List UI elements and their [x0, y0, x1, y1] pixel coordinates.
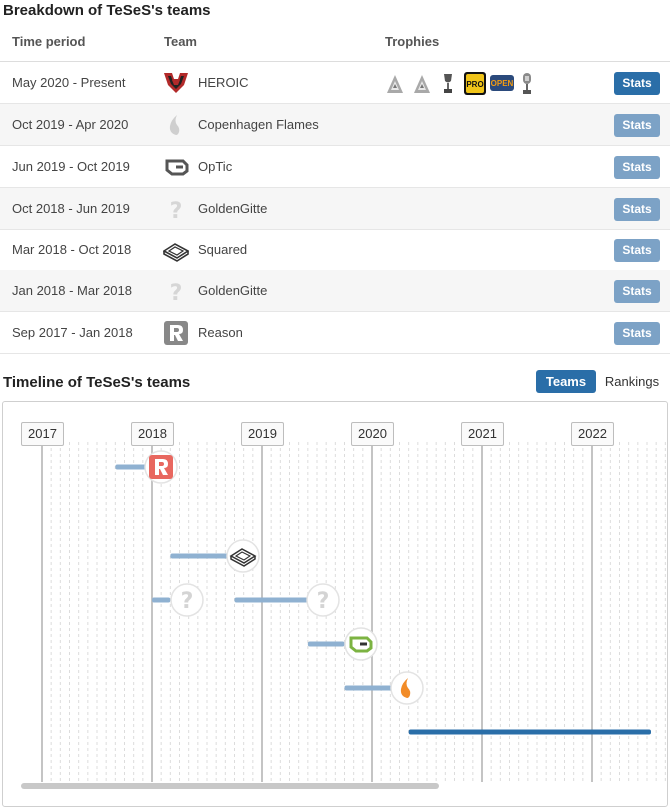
stats-button[interactable]: Stats [614, 239, 660, 262]
stats-button[interactable]: Stats [614, 114, 660, 137]
esl-pro-league-icon: PRO [464, 72, 486, 95]
tab-teams[interactable]: Teams [536, 370, 596, 393]
stint-bar[interactable] [152, 597, 171, 603]
row-team-link[interactable]: HEROIC [198, 75, 249, 90]
table-header: Time period Team Trophies [0, 22, 670, 62]
breakdown-title: Breakdown of TeSeS's teams [3, 2, 211, 19]
question-mark-icon[interactable]: ? [163, 279, 189, 306]
reason-logo-icon[interactable] [144, 450, 178, 484]
timeline-title: Timeline of TeSeS's teams [3, 374, 191, 391]
table-row: Sep 2017 - Jan 2018 Reason Stats [0, 312, 670, 354]
stint-bar[interactable] [408, 729, 651, 735]
table-row: May 2020 - Present HEROIC PRO OPEN Stats [0, 62, 670, 104]
question-mark-icon[interactable]: ? [306, 583, 340, 617]
horizontal-scrollbar[interactable] [21, 783, 439, 789]
squared-logo-icon[interactable] [226, 539, 260, 573]
flame-logo-icon[interactable] [390, 671, 424, 705]
optic-logo-icon[interactable] [163, 155, 189, 179]
stats-button[interactable]: Stats [614, 198, 660, 221]
svg-text:?: ? [317, 589, 330, 614]
row-period: Oct 2019 - Apr 2020 [12, 117, 129, 132]
table-row: Jun 2019 - Oct 2019 OpTic Stats [0, 146, 670, 188]
timeline-chart: ? ? [41, 442, 666, 782]
svg-text:?: ? [181, 589, 194, 614]
row-period: Oct 2018 - Jun 2019 [12, 201, 130, 216]
row-team-link[interactable]: OpTic [198, 159, 232, 174]
timeline-panel: ? ? 2017 2018 2019 2020 2021 2022 [2, 401, 668, 807]
table-row: Oct 2019 - Apr 2020 Copenhagen Flames St… [0, 104, 670, 146]
reason-logo-icon[interactable] [163, 321, 189, 345]
mic-trophy-icon [523, 73, 531, 94]
row-team-link[interactable]: Copenhagen Flames [198, 117, 319, 132]
flame-logo-icon[interactable] [163, 113, 189, 137]
row-team-link[interactable]: Reason [198, 325, 243, 340]
year-label: 2021 [461, 422, 504, 446]
dreamhack-open-icon: OPEN [490, 75, 514, 91]
row-period: May 2020 - Present [12, 75, 126, 90]
svg-text:?: ? [170, 199, 183, 221]
squared-logo-icon[interactable] [162, 238, 190, 262]
stats-button[interactable]: Stats [614, 156, 660, 179]
cup-trophy-icon [444, 74, 452, 93]
svg-text:?: ? [170, 281, 183, 303]
tab-rankings[interactable]: Rankings [600, 370, 664, 393]
year-label: 2020 [351, 422, 394, 446]
header-team: Team [164, 34, 197, 49]
row-period: Sep 2017 - Jan 2018 [12, 325, 133, 340]
svg-text:OPEN: OPEN [491, 79, 514, 88]
optic-logo-icon[interactable] [344, 627, 378, 661]
table-row: Jan 2018 - Mar 2018 ? GoldenGitte Stats [0, 270, 670, 312]
year-label: 2019 [241, 422, 284, 446]
row-period: Jun 2019 - Oct 2019 [12, 159, 130, 174]
stats-button[interactable]: Stats [614, 280, 660, 303]
header-trophies: Trophies [385, 34, 440, 49]
row-period: Mar 2018 - Oct 2018 [12, 242, 132, 257]
blast-trophy-icon [387, 75, 403, 93]
stint-bar[interactable] [307, 641, 345, 647]
question-mark-icon[interactable]: ? [163, 197, 189, 224]
blast-trophy-icon [414, 75, 430, 93]
year-label: 2018 [131, 422, 174, 446]
row-team-link[interactable]: GoldenGitte [198, 201, 267, 216]
row-team-link[interactable]: GoldenGitte [198, 283, 267, 298]
year-label: 2017 [21, 422, 64, 446]
stats-button[interactable]: Stats [614, 72, 660, 95]
question-mark-icon[interactable]: ? [170, 583, 204, 617]
table-row: Oct 2018 - Jun 2019 ? GoldenGitte Stats [0, 188, 670, 230]
stats-button[interactable]: Stats [614, 322, 660, 345]
header-time-period: Time period [12, 34, 86, 49]
heroic-logo-icon[interactable] [163, 71, 189, 95]
trophies-list: PRO OPEN [385, 71, 545, 97]
year-label: 2022 [571, 422, 614, 446]
row-period: Jan 2018 - Mar 2018 [12, 283, 132, 298]
table-row: Mar 2018 - Oct 2018 Squared Stats [0, 229, 670, 271]
stint-bar[interactable] [234, 597, 308, 603]
svg-text:PRO: PRO [466, 80, 483, 89]
stint-bar[interactable] [170, 553, 235, 559]
row-team-link[interactable]: Squared [198, 242, 247, 257]
